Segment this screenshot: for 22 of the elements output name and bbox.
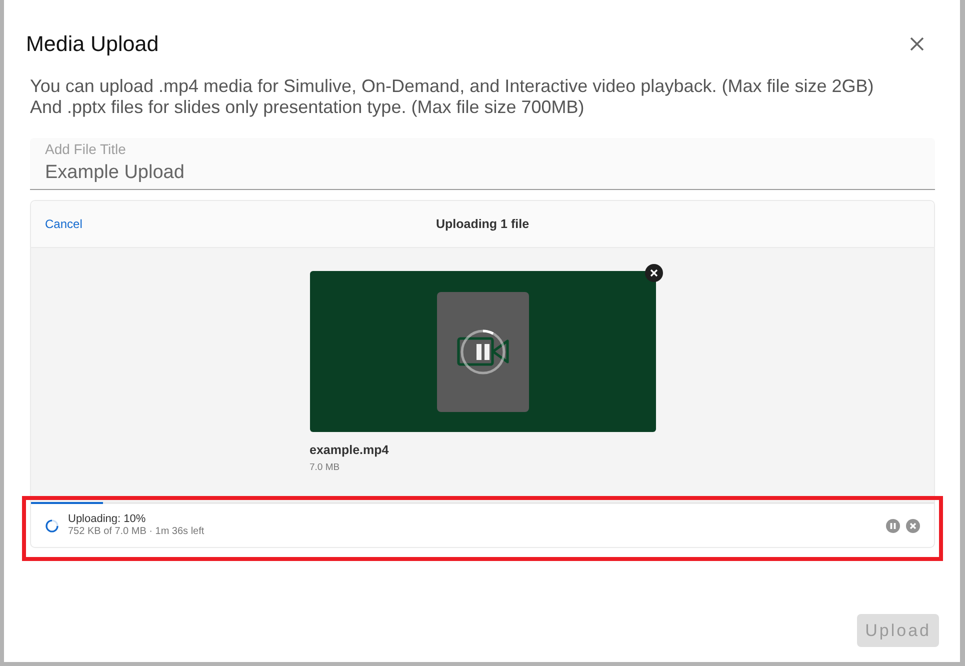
- file-name: example.mp4: [310, 442, 390, 458]
- description-text: And .pptx files for slides only presentation type. (Max file size 700MB): [30, 97, 586, 118]
- cancel-link[interactable]: Cancel: [45, 215, 82, 233]
- file-size: 7.0 MB: [310, 462, 341, 474]
- spinner-icon: [45, 518, 59, 532]
- close-icon: [650, 269, 658, 277]
- upload-heading: Uploading 1 file: [436, 216, 530, 233]
- modal-title: Media Upload: [26, 31, 159, 58]
- description-text: You can upload .mp4 media for Simulive, On-Demand, and Interactive video playback. (Max file size 2GB): [30, 76, 875, 97]
- pause-button[interactable]: [460, 328, 506, 374]
- cancel-upload-button[interactable]: [906, 518, 920, 532]
- upload-status-detail: 752 KB of 7.0 MB · 1m 36s left: [68, 526, 206, 538]
- remove-file-button[interactable]: [644, 264, 662, 282]
- video-file-icon: [436, 292, 528, 412]
- pause-icon: [886, 518, 900, 532]
- upload-status-title: Uploading: 10%: [68, 513, 147, 526]
- pause-upload-button[interactable]: [886, 518, 900, 532]
- close-icon: [906, 518, 920, 532]
- field-label: Add File Title: [45, 141, 126, 157]
- close-icon: [909, 36, 925, 52]
- close-button[interactable]: [909, 36, 925, 52]
- pause-icon: [476, 344, 489, 360]
